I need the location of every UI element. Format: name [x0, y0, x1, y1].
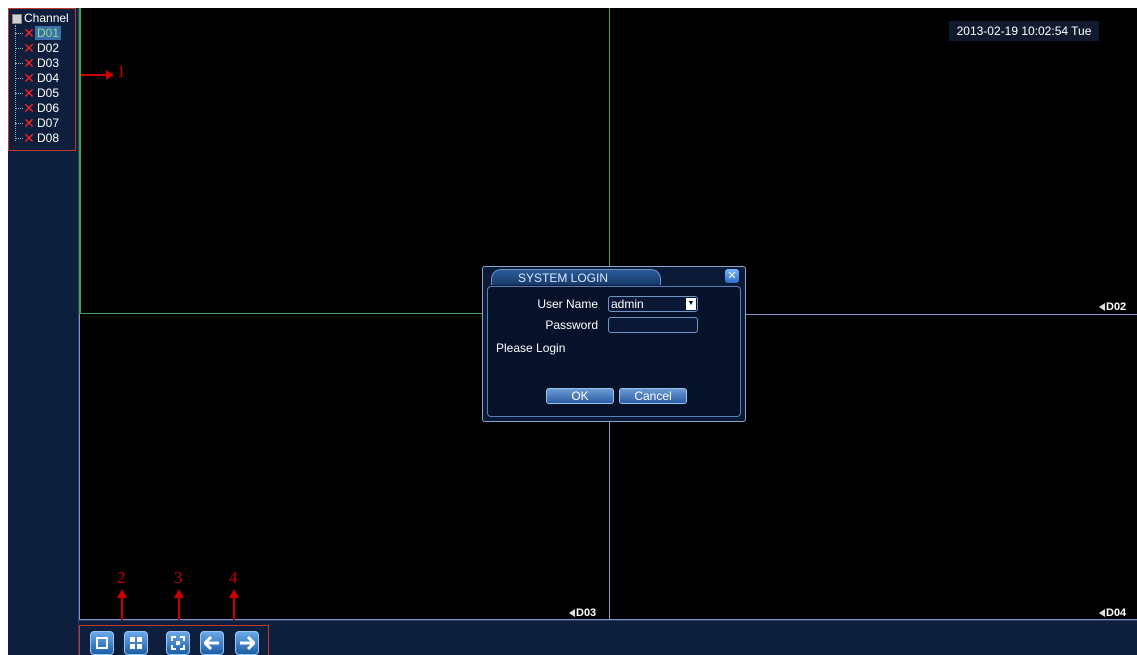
channel-root[interactable]: Channel [12, 12, 69, 25]
channel-item-d05[interactable]: ✕ D05 [15, 86, 61, 100]
cancel-button[interactable]: Cancel [619, 388, 687, 404]
active-tile-border-left [79, 8, 81, 313]
chevron-down-icon[interactable]: ▼ [686, 298, 696, 310]
channel-item-d01[interactable]: ✕ D01 [15, 25, 62, 41]
quad-view-icon [130, 637, 142, 649]
sidebar: Channel ✕ D01 ✕ D02 ✕ D03 ✕ D04 ✕ D05 ✕ … [8, 8, 79, 655]
disconnected-icon: ✕ [23, 40, 35, 56]
tree-tick [15, 92, 23, 94]
speaker-icon [1099, 609, 1105, 617]
tree-tick [15, 122, 23, 124]
tree-tick [15, 77, 23, 79]
disconnected-icon: ✕ [23, 115, 35, 131]
annotation-number-4: 4 [229, 568, 238, 587]
cam-label-text: D02 [1106, 301, 1127, 313]
dvr-screen: Channel ✕ D01 ✕ D02 ✕ D03 ✕ D04 ✕ D05 ✕ … [8, 8, 1137, 655]
datetime-display: 2013-02-19 10:02:54 Tue [949, 21, 1099, 41]
annotation-arrow-2 [121, 596, 123, 620]
channel-item-d04[interactable]: ✕ D04 [15, 71, 61, 85]
channel-tree: Channel ✕ D01 ✕ D02 ✕ D03 ✕ D04 ✕ D05 ✕ … [8, 8, 76, 151]
fullscreen-icon [171, 636, 185, 650]
channel-label: D06 [37, 101, 60, 115]
channel-item-d03[interactable]: ✕ D03 [15, 56, 61, 70]
disconnected-icon: ✕ [23, 130, 35, 146]
cam-label-text: D03 [576, 607, 597, 619]
video-grid[interactable]: 2013-02-19 10:02:54 Tue D02 D03 D04 1 2 … [79, 8, 1137, 620]
channel-item-d06[interactable]: ✕ D06 [15, 101, 61, 115]
tree-tick [15, 32, 23, 34]
disconnected-icon: ✕ [23, 85, 35, 101]
channel-label: D03 [37, 56, 60, 70]
annotation-number-3: 3 [174, 568, 183, 587]
ok-button[interactable]: OK [546, 388, 614, 404]
close-icon[interactable]: ✕ [725, 269, 739, 283]
single-view-icon [96, 637, 108, 649]
dialog-title: SYSTEM LOGIN [491, 269, 661, 285]
channel-label: D04 [37, 71, 60, 85]
password-label: Password [545, 318, 598, 332]
username-label: User Name [537, 297, 598, 311]
channel-label: D05 [37, 86, 60, 100]
channel-label: D07 [37, 116, 60, 130]
annotation-arrow-4 [233, 596, 235, 620]
disconnected-icon: ✕ [23, 55, 35, 71]
password-field[interactable] [608, 317, 698, 333]
bottom-toolbar [79, 620, 1137, 655]
channel-label: D08 [37, 131, 60, 145]
fullscreen-button[interactable] [166, 631, 190, 655]
grid-line-left [79, 314, 80, 620]
annotation-number-1: 1 [117, 62, 126, 81]
username-value: admin [611, 297, 644, 311]
disconnected-icon: ✕ [23, 70, 35, 86]
cam-label-text: D04 [1106, 607, 1127, 619]
channel-label: D02 [37, 41, 60, 55]
arrow-left-icon [204, 636, 219, 650]
login-dialog: SYSTEM LOGIN ✕ User Name admin ▼ Passwor… [482, 266, 746, 422]
annotation-arrow-3 [178, 596, 180, 620]
annotation-arrowhead-1 [106, 70, 114, 80]
single-view-button[interactable] [90, 631, 114, 655]
toolbar-group [79, 625, 269, 655]
tree-tick [15, 47, 23, 49]
disconnected-icon: ✕ [23, 25, 35, 41]
channel-label: D01 [35, 26, 62, 40]
cam-label-d02: D02 [1099, 301, 1126, 313]
speaker-icon [1099, 303, 1105, 311]
tree-tick [15, 107, 23, 109]
channel-item-d07[interactable]: ✕ D07 [15, 116, 61, 130]
login-panel: User Name admin ▼ Password Please Login … [487, 286, 741, 417]
speaker-icon [569, 609, 575, 617]
username-select[interactable]: admin ▼ [608, 296, 698, 312]
quad-view-button[interactable] [124, 631, 148, 655]
channel-item-d02[interactable]: ✕ D02 [15, 41, 61, 55]
disconnected-icon: ✕ [23, 100, 35, 116]
tree-collapse-icon[interactable] [12, 13, 22, 24]
arrow-right-icon [240, 636, 255, 650]
next-button[interactable] [235, 631, 259, 655]
tree-tick [15, 62, 23, 64]
cam-label-d04: D04 [1099, 607, 1126, 619]
channel-root-label: Channel [24, 11, 69, 25]
previous-button[interactable] [200, 631, 224, 655]
annotation-number-2: 2 [117, 568, 126, 587]
tree-tick [15, 137, 23, 139]
login-status: Please Login [496, 341, 566, 355]
channel-item-d08[interactable]: ✕ D08 [15, 131, 61, 145]
cam-label-d03: D03 [569, 607, 596, 619]
